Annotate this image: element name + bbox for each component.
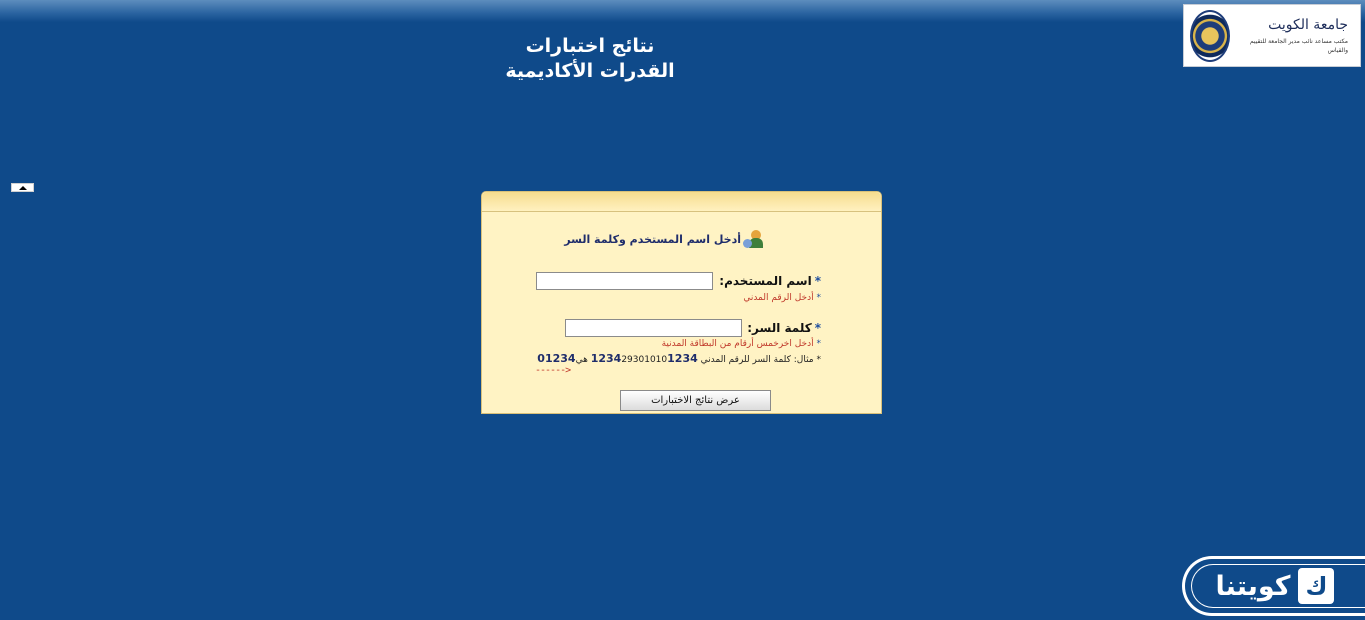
example-civil-bold: 1234 [590, 352, 622, 365]
username-label: *اسم المستخدم: [719, 274, 821, 288]
show-results-button[interactable]: عرض نتائج الاختبارات [620, 390, 771, 411]
username-label-text: اسم المستخدم: [719, 274, 812, 288]
university-logo: جامعة الكويت مكتب مساعد نائب مدير الجامع… [1183, 4, 1361, 67]
username-input[interactable] [536, 272, 713, 290]
brand-logo-icon: ك [1298, 568, 1335, 604]
username-hint-text: أدخل الرقم المدني [743, 293, 814, 303]
example-password: 01234 [537, 352, 576, 365]
required-marker: * [814, 321, 821, 335]
example-civil-middle: 29301010 [621, 355, 668, 365]
example-arrow: ------> [535, 365, 571, 376]
university-seal-icon [1190, 9, 1230, 62]
collapse-toggle-icon[interactable] [11, 183, 34, 192]
example-is: هي [575, 355, 588, 365]
login-instruction-text: أدخل اسم المستخدم وكلمة السر [564, 232, 741, 246]
page-title: نتائج اختبارات القدرات الأكاديمية [440, 34, 740, 84]
password-example: * مثال: كلمة السر للرقم المدني 123429301… [537, 352, 821, 365]
page-title-line-1: نتائج اختبارات [525, 35, 655, 57]
password-hint-text: أدخل اخرخمس أرقام من البطاقة المدنية [661, 339, 814, 349]
example-civil-tail: 1234 [667, 352, 698, 365]
login-instruction: أدخل اسم المستخدم وكلمة السر [564, 230, 763, 248]
password-label-text: كلمة السر: [747, 321, 812, 335]
username-hint: * أدخل الرقم المدني [743, 293, 821, 303]
password-hint: * أدخل اخرخمس أرقام من البطاقة المدنية [661, 339, 821, 349]
brand-name: كويتنا [1215, 570, 1291, 602]
login-panel: أدخل اسم المستخدم وكلمة السر *اسم المستخ… [481, 191, 882, 414]
top-header-strip [0, 0, 1365, 22]
password-label: *كلمة السر: [747, 321, 821, 335]
logo-office-name: مكتب مساعد نائب مدير الجامعة للتقييم وال… [1249, 38, 1348, 54]
password-input[interactable] [565, 319, 742, 337]
brand-watermark: ك كويتنا [1182, 556, 1365, 616]
logo-text: جامعة الكويت مكتب مساعد نائب مدير الجامع… [1230, 16, 1348, 55]
users-icon [743, 230, 763, 248]
example-prefix: مثال: كلمة السر للرقم المدني [700, 355, 814, 365]
page-title-line-2: القدرات الأكاديمية [505, 60, 675, 82]
logo-university-name: جامعة الكويت [1268, 17, 1348, 33]
login-panel-header-bar [482, 192, 881, 212]
required-marker: * [814, 274, 821, 288]
